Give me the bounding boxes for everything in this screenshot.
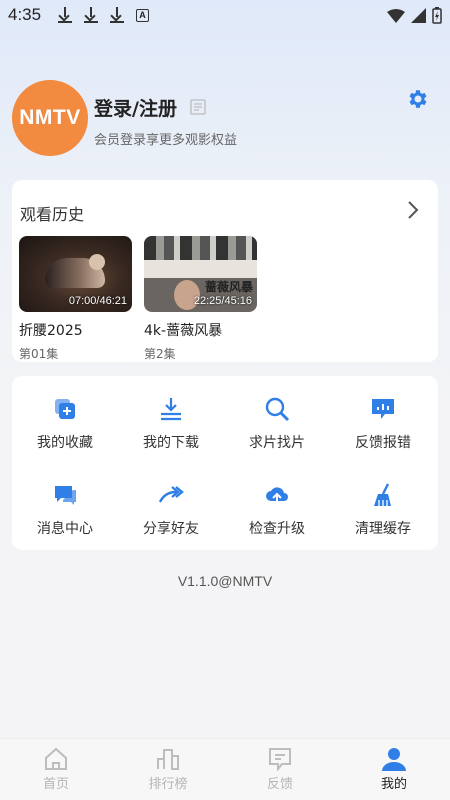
tool-upgrade[interactable]: 检查升级 — [224, 482, 330, 552]
status-time: 4:35 — [8, 5, 42, 24]
tool-favorites[interactable]: 我的收藏 — [12, 396, 118, 466]
video-thumbnail[interactable]: 07:00/46:21 — [19, 236, 132, 312]
download-notification-icon — [84, 7, 98, 23]
tool-label: 清理缓存 — [355, 521, 411, 537]
login-register-link[interactable]: 登录/注册 — [94, 94, 177, 121]
avatar[interactable]: NMTV — [12, 80, 88, 156]
download-notification-icon — [58, 7, 72, 23]
progress-time: 22:25/45:16 — [193, 295, 252, 307]
tool-label: 检查升级 — [249, 521, 305, 537]
upgrade-icon — [266, 487, 288, 506]
feedback-nav-icon — [269, 748, 291, 771]
nav-ranking[interactable]: 排行榜 — [128, 747, 208, 792]
favorites-icon — [55, 399, 75, 419]
watch-history-card: 观看历史 07:00/46:21 折腰2025 第01集 蔷薇风暴 22:25/… — [12, 180, 438, 362]
broom-icon — [374, 483, 391, 506]
tool-clear-cache[interactable]: 清理缓存 — [330, 482, 436, 552]
signal-icon — [411, 8, 426, 23]
version-text: V1.1.0@NMTV — [177, 573, 273, 589]
download-icon — [161, 398, 181, 421]
tool-label: 分享好友 — [143, 521, 199, 537]
message-icon — [55, 486, 76, 505]
tool-request[interactable]: 求片找片 — [224, 396, 330, 466]
nav-label: 我的 — [380, 777, 407, 792]
home-icon — [45, 747, 67, 770]
wifi-icon — [387, 8, 405, 23]
progress-time: 07:00/46:21 — [68, 295, 127, 307]
share-icon — [158, 486, 184, 503]
watch-history-title: 观看历史 — [20, 205, 85, 224]
history-item[interactable]: 蔷薇风暴 22:25/45:16 4k-蔷薇风暴 第2集 — [144, 236, 257, 362]
tool-downloads[interactable]: 我的下载 — [118, 396, 224, 466]
tool-label: 消息中心 — [37, 521, 93, 537]
chevron-right-icon[interactable] — [406, 200, 420, 220]
status-notification-icons: A — [58, 7, 149, 23]
nav-label: 排行榜 — [148, 777, 188, 792]
app-notification-icon: A — [136, 9, 149, 22]
profile-icon — [382, 748, 406, 771]
video-episode: 第01集 — [19, 347, 59, 361]
download-notification-icon — [110, 7, 124, 23]
feedback-icon — [372, 399, 394, 419]
tool-feedback[interactable]: 反馈报错 — [330, 396, 436, 466]
video-episode: 第2集 — [144, 347, 176, 361]
battery-icon — [432, 7, 442, 24]
ranking-icon — [157, 749, 179, 770]
nav-home[interactable]: 首页 — [16, 747, 96, 792]
history-item[interactable]: 07:00/46:21 折腰2025 第01集 — [19, 236, 132, 362]
nav-label: 首页 — [42, 777, 69, 792]
tool-messages[interactable]: 消息中心 — [12, 482, 118, 552]
tools-card: 我的收藏 我的下载 求片找片 反馈报错 消息中心 分享好友 检查升级 清理缓存 — [12, 376, 438, 550]
nav-profile[interactable]: 我的 — [354, 747, 434, 792]
edit-icon[interactable] — [190, 99, 206, 115]
nav-label: 反馈 — [266, 777, 293, 792]
video-thumbnail[interactable]: 蔷薇风暴 22:25/45:16 — [144, 236, 257, 312]
video-title: 折腰2025 — [19, 323, 83, 339]
bottom-nav: 首页 排行榜 反馈 我的 — [0, 738, 450, 800]
tool-label: 我的收藏 — [37, 435, 93, 451]
video-title: 4k-蔷薇风暴 — [144, 323, 223, 339]
tool-label: 求片找片 — [249, 435, 305, 451]
search-icon — [265, 397, 290, 422]
nav-feedback[interactable]: 反馈 — [240, 747, 320, 792]
gear-icon[interactable] — [406, 87, 430, 111]
tool-share[interactable]: 分享好友 — [118, 482, 224, 552]
status-system-icons — [387, 7, 442, 24]
tool-label: 反馈报错 — [355, 435, 411, 451]
tool-label: 我的下载 — [143, 435, 199, 451]
login-subtitle: 会员登录享更多观影权益 — [94, 133, 238, 148]
status-bar: 4:35 A — [0, 0, 450, 32]
poster-title-art: 蔷薇风暴 — [204, 280, 253, 294]
